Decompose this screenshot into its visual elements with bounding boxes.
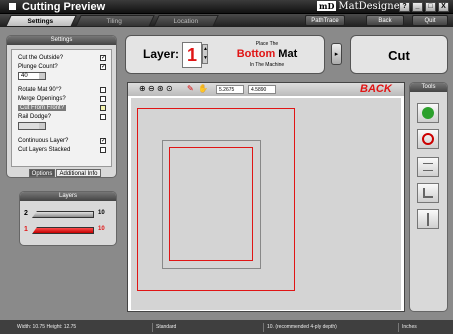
coord-x: 5.2675: [216, 85, 244, 94]
tab-row: Settings Tiling Location PathTrace Back …: [0, 14, 453, 27]
corner-icon[interactable]: [417, 183, 439, 203]
subtab-additional-info[interactable]: Additional Info: [56, 169, 101, 177]
canvas-toolbar: ⊕ ⊖ ⊛ ⊙ ✎ ✋ 5.2675 4.5890 BACK: [128, 83, 404, 96]
window-title: Cutting Preview: [22, 1, 106, 13]
zoom-window-icon[interactable]: ⊙: [166, 84, 173, 93]
cut-front-checkbox[interactable]: [100, 105, 106, 111]
green-arrow-icon[interactable]: [417, 103, 439, 123]
tab-tiling[interactable]: Tiling: [75, 15, 155, 27]
tab-settings[interactable]: Settings: [5, 15, 77, 27]
cut-label: Cut: [388, 48, 410, 63]
brand-logo: mD MatDesigner: [317, 1, 404, 12]
status-mode: Standard: [152, 323, 260, 332]
split-icon[interactable]: [417, 209, 439, 229]
help-button[interactable]: ?: [399, 2, 410, 12]
layer-spinner[interactable]: ▲ ▼: [202, 44, 208, 64]
layer-number: 2: [24, 210, 28, 217]
back-button[interactable]: Back: [366, 15, 404, 26]
layer-value: 1: [182, 42, 202, 68]
layers-panel: Layers 2 10 1 10: [19, 191, 117, 246]
plunge-count-checkbox[interactable]: [100, 64, 106, 70]
option-cut-front-label: Cut From Front?: [18, 105, 67, 111]
place-the-text: Place The: [255, 41, 279, 47]
option-rotate-label: Rotate Mat 90°?: [18, 87, 62, 93]
layer-number: 1: [24, 226, 28, 233]
layer-count: 10: [98, 210, 105, 216]
continuous-checkbox[interactable]: [100, 138, 106, 144]
rotate-checkbox[interactable]: [100, 87, 106, 93]
bottom-mat-text: Bottom Mat: [236, 48, 298, 60]
status-size: Width: 10.75 Height: 12.75: [17, 324, 77, 330]
coord-y: 4.5890: [248, 85, 276, 94]
stacked-checkbox[interactable]: [100, 147, 106, 153]
inner-opening-outline: [169, 147, 253, 261]
pan-icon[interactable]: ✋: [198, 84, 208, 93]
maximize-button[interactable]: □: [425, 2, 436, 12]
close-button[interactable]: X: [438, 2, 449, 12]
zoom-fit-icon[interactable]: ⊛: [157, 84, 164, 93]
status-blade: 10. (recommended 4-ply depth): [263, 323, 393, 332]
cut-button[interactable]: Cut: [350, 35, 448, 74]
in-the-machine-text: In The Machine: [249, 62, 285, 68]
option-rail-dodge-label: Rail Dodge?: [18, 114, 52, 120]
layer-count: 10: [98, 226, 105, 232]
arrow-right-icon[interactable]: ▸: [331, 43, 342, 65]
option-stacked-label: Cut Layers Stacked: [18, 147, 71, 153]
rail-dodge-input[interactable]: [18, 122, 46, 130]
layer-info-box: Layer: 1 ▲ ▼ Place The Bottom Mat In The …: [125, 35, 325, 74]
brand-mark: mD: [317, 1, 337, 11]
settings-body: Cut the Outside? Plunge Count? 40 Rotate…: [11, 49, 112, 167]
zoom-out-icon[interactable]: ⊖: [148, 84, 155, 93]
subtab-options[interactable]: Options: [29, 169, 55, 177]
tools-title: Tools: [410, 83, 447, 92]
settings-title: Settings: [7, 36, 116, 45]
brand-name: MatDesigner: [338, 1, 405, 12]
status-units: Inches: [398, 323, 448, 332]
quit-button[interactable]: Quit: [412, 15, 448, 26]
knife-icon[interactable]: ✎: [187, 84, 194, 93]
no-icon[interactable]: [417, 129, 439, 149]
back-link[interactable]: BACK: [360, 83, 392, 95]
settings-panel: Settings Cut the Outside? Plunge Count? …: [6, 35, 117, 178]
option-merge-label: Merge Openings?: [18, 96, 66, 102]
option-plunge-count-label: Plunge Count?: [18, 64, 58, 70]
layer-row-1[interactable]: 1 10: [24, 226, 114, 236]
layer-row-2[interactable]: 2 10: [24, 210, 114, 220]
option-continuous-label: Continuous Layer?: [18, 138, 69, 144]
status-bar: Width: 10.75 Height: 12.75 Standard 10. …: [0, 320, 453, 334]
list-icon[interactable]: [417, 157, 439, 177]
merge-checkbox[interactable]: [100, 96, 106, 102]
layers-title: Layers: [20, 192, 116, 201]
zoom-in-icon[interactable]: ⊕: [139, 84, 146, 93]
layer-bar-grey: [32, 211, 94, 218]
layer-bar-red: [32, 227, 94, 234]
title-bar: Cutting Preview mD MatDesigner ? _ □ X: [0, 0, 453, 14]
app-icon: [9, 3, 16, 10]
cut-outside-checkbox[interactable]: [100, 55, 106, 61]
pathtrace-button[interactable]: PathTrace: [305, 15, 345, 26]
rail-dodge-checkbox[interactable]: [100, 114, 106, 120]
preview-canvas[interactable]: ⊕ ⊖ ⊛ ⊙ ✎ ✋ 5.2675 4.5890 BACK: [127, 82, 405, 312]
tab-location[interactable]: Location: [153, 15, 219, 27]
tools-panel: Tools: [409, 82, 448, 312]
layer-label: Layer:: [143, 47, 180, 61]
plunge-count-input[interactable]: 40: [18, 72, 46, 80]
minimize-button[interactable]: _: [412, 2, 423, 12]
drawing-area: [131, 98, 401, 310]
option-cut-outside-label: Cut the Outside?: [18, 55, 64, 61]
